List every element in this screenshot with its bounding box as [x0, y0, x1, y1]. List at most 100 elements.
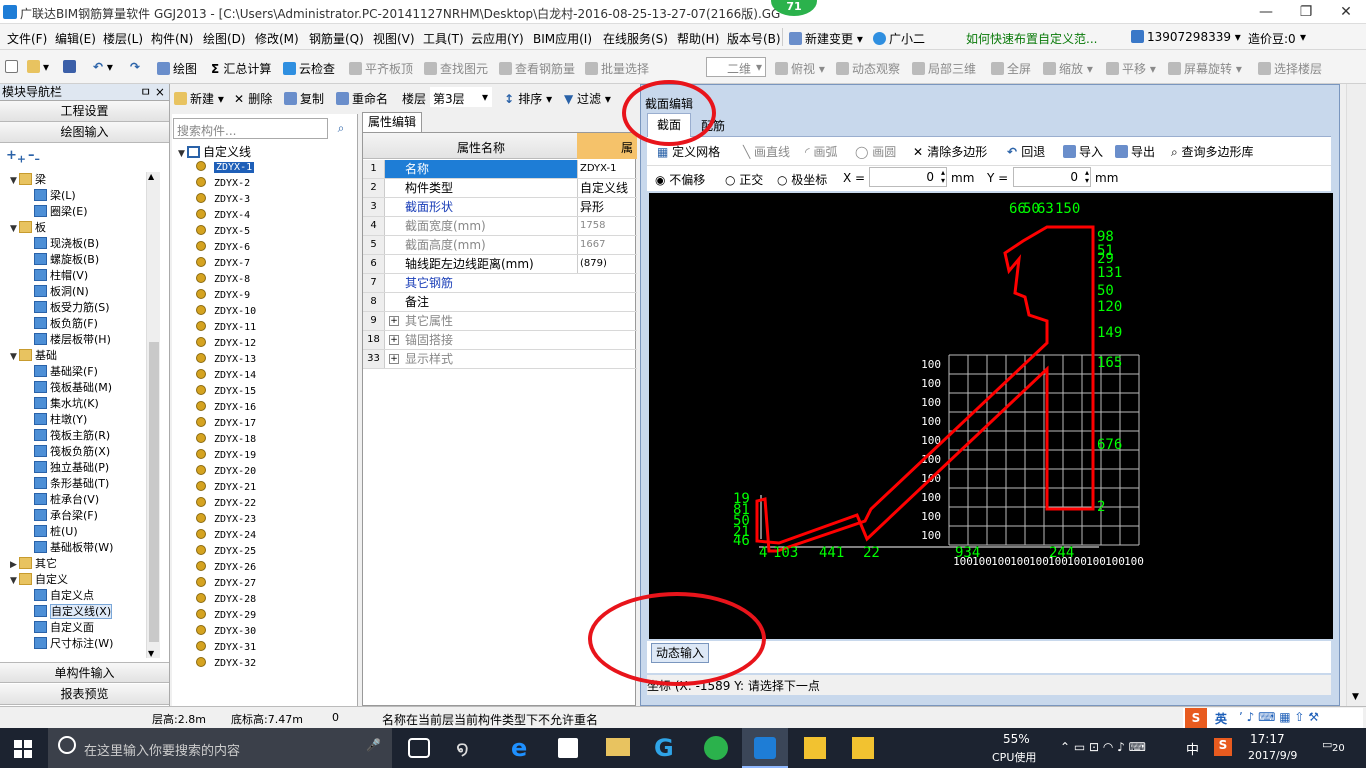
- nav-tree-item[interactable]: ▼ 梁: [10, 172, 46, 188]
- open-file-icon[interactable]: ▾: [27, 60, 49, 74]
- scroll-down-icon[interactable]: ▼: [148, 649, 154, 658]
- store-icon[interactable]: [558, 738, 578, 758]
- comp-list-item[interactable]: ZDYX-18: [196, 432, 256, 448]
- comp-list-item[interactable]: ZDYX-8: [196, 272, 250, 288]
- menu-modify[interactable]: 修改(M): [255, 30, 299, 47]
- ime-indicator[interactable]: 中: [1186, 739, 1199, 758]
- comp-list-item[interactable]: ZDYX-9: [196, 288, 250, 304]
- close-button[interactable]: ✕: [1326, 2, 1366, 22]
- undo-button[interactable]: ↶ 回退: [1007, 143, 1045, 160]
- ime-en-indicator[interactable]: 英: [1215, 710, 1227, 727]
- collapse-arrow-icon[interactable]: ▼: [10, 349, 19, 365]
- comp-list-item[interactable]: ZDYX-14: [196, 368, 256, 384]
- comp-list-item[interactable]: ZDYX-17: [196, 416, 256, 432]
- comp-list-item[interactable]: ZDYX-30: [196, 624, 256, 640]
- copy-comp-button[interactable]: 复制: [284, 90, 324, 107]
- clock-date[interactable]: 2017/9/9: [1248, 749, 1297, 762]
- search-comp-input[interactable]: 搜索构件...: [173, 118, 328, 139]
- draw-arc-button[interactable]: ◜ 画弧: [805, 143, 837, 160]
- nav-tree-item[interactable]: 自定义面: [34, 620, 94, 636]
- comp-list-item[interactable]: ZDYX-7: [196, 256, 250, 272]
- nav-tree-item[interactable]: 板负筋(F): [34, 316, 98, 332]
- nav-tree-item[interactable]: ▶ 其它: [10, 556, 57, 572]
- action-center-icon[interactable]: ▭ 20: [1322, 738, 1348, 758]
- prop-value[interactable]: 异形: [577, 198, 637, 216]
- prop-value[interactable]: (879): [577, 255, 637, 273]
- nav-tree-item[interactable]: 楼层板带(H): [34, 332, 111, 348]
- prop-row[interactable]: 33 + 显示样式: [363, 350, 637, 369]
- new-comp-button[interactable]: 新建 ▾: [174, 90, 224, 107]
- expand-plus-icon[interactable]: +: [389, 354, 399, 364]
- menu-draw[interactable]: 绘图(D): [203, 30, 246, 47]
- zoom-button[interactable]: 缩放 ▾: [1043, 60, 1093, 77]
- nav-tree-item[interactable]: 板洞(N): [34, 284, 89, 300]
- query-lib-button[interactable]: ⌕ 查询多边形库: [1171, 143, 1254, 160]
- swirl-app-icon[interactable]: ໑: [456, 736, 469, 760]
- green-app-icon[interactable]: [704, 736, 728, 760]
- prop-value[interactable]: 自定义线: [577, 179, 637, 197]
- user-account[interactable]: 13907298339 ▾: [1131, 30, 1241, 44]
- dynamic-view-button[interactable]: 动态观察: [836, 60, 900, 77]
- save-icon[interactable]: [63, 60, 79, 74]
- expand-arrow-icon[interactable]: ▶: [10, 557, 19, 573]
- nav-tree-item[interactable]: 独立基础(P): [34, 460, 109, 476]
- main-scrollbar[interactable]: ▼: [1346, 84, 1366, 706]
- menu-help[interactable]: 帮助(H): [677, 30, 719, 47]
- y-input[interactable]: 0 ▴ ▾: [1013, 167, 1091, 187]
- price-dropdown-icon[interactable]: ▾: [1300, 30, 1306, 44]
- ortho-radio[interactable]: ○ 正交: [725, 171, 763, 188]
- nav-tree-item[interactable]: 基础梁(F): [34, 364, 98, 380]
- sogou-icon[interactable]: S: [1185, 708, 1207, 728]
- nav-tree-item[interactable]: 梁(L): [34, 188, 76, 204]
- pin-close-icon[interactable]: ㅁ ×: [140, 84, 165, 100]
- expand-plus-icon[interactable]: +: [389, 316, 399, 326]
- comp-list-item[interactable]: ZDYX-29: [196, 608, 256, 624]
- nav-tree-item[interactable]: 条形基础(T): [34, 476, 109, 492]
- menu-component[interactable]: 构件(N): [151, 30, 193, 47]
- menu-edit[interactable]: 编辑(E): [55, 30, 96, 47]
- minimize-button[interactable]: —: [1246, 2, 1286, 22]
- nav-tree-item[interactable]: 筏板负筋(X): [34, 444, 110, 460]
- sum-calc-button[interactable]: Σ 汇总计算: [211, 60, 271, 77]
- import-button[interactable]: 导入: [1063, 143, 1103, 160]
- prop-row[interactable]: 7 其它钢筋: [363, 274, 637, 293]
- filter-button[interactable]: ▼ 过滤 ▾: [564, 90, 611, 107]
- nav-tree-item[interactable]: 基础板带(W): [34, 540, 113, 556]
- rename-comp-button[interactable]: 重命名: [336, 90, 388, 107]
- screen-rotate-button[interactable]: 屏幕旋转 ▾: [1168, 60, 1242, 77]
- floor-select[interactable]: 第3层 ▾: [430, 87, 492, 107]
- tray-icons[interactable]: ⌃ ▭ ⊡ ◠ ♪ ⌨: [1060, 740, 1146, 754]
- nav-tree-item[interactable]: 尺寸标注(W): [34, 636, 113, 652]
- view-rebar-button[interactable]: 查看钢筋量: [499, 60, 575, 77]
- assistant-menu[interactable]: 广小二: [873, 30, 925, 47]
- comp-list-item[interactable]: ZDYX-10: [196, 304, 256, 320]
- comp-list-item[interactable]: ZDYX-1: [196, 160, 255, 176]
- task-view-icon[interactable]: [408, 738, 430, 758]
- scroll-down-icon[interactable]: ▼: [1352, 692, 1359, 702]
- comp-list-item[interactable]: ZDYX-15: [196, 384, 256, 400]
- comp-list-item[interactable]: ZDYX-5: [196, 224, 250, 240]
- spin-icon[interactable]: ▴ ▾: [941, 169, 945, 185]
- module-tree-scrollbar[interactable]: ▲ ▼: [146, 172, 160, 658]
- spin-icon[interactable]: ▴ ▾: [1085, 169, 1089, 185]
- ime-tools-icons[interactable]: ʼ ♪ ⌨ ▦ ⇧ ⚒: [1239, 710, 1319, 724]
- comp-list-item[interactable]: ZDYX-24: [196, 528, 256, 544]
- nav-tree-item[interactable]: 自定义线(X): [34, 604, 113, 620]
- notes-app-icon[interactable]: [804, 737, 826, 759]
- menu-cloud[interactable]: 云应用(Y): [471, 30, 524, 47]
- section-drawing[interactable]: 100100100100100100100100100100100 100 100 1…: [649, 193, 1333, 639]
- prop-row[interactable]: 2 构件类型 自定义线: [363, 179, 637, 198]
- prop-row[interactable]: 1 名称 ZDYX-1: [363, 160, 637, 179]
- flat-top-button[interactable]: 平齐板顶: [349, 60, 413, 77]
- batch-select-button[interactable]: 批量选择: [585, 60, 649, 77]
- comp-list-item[interactable]: ZDYX-28: [196, 592, 256, 608]
- prop-value[interactable]: 1667: [577, 236, 637, 254]
- menu-file[interactable]: 文件(F): [7, 30, 47, 47]
- top-view-button[interactable]: 俯视 ▾: [775, 60, 825, 77]
- comp-list-item[interactable]: ZDYX-25: [196, 544, 256, 560]
- prop-row[interactable]: 3 截面形状 异形: [363, 198, 637, 217]
- menu-rebar-qty[interactable]: 钢筋量(Q): [309, 30, 364, 47]
- nav-tree-item[interactable]: 筏板主筋(R): [34, 428, 110, 444]
- find-element-button[interactable]: 查找图元: [424, 60, 488, 77]
- collapse-arrow-icon[interactable]: ▼: [10, 221, 19, 237]
